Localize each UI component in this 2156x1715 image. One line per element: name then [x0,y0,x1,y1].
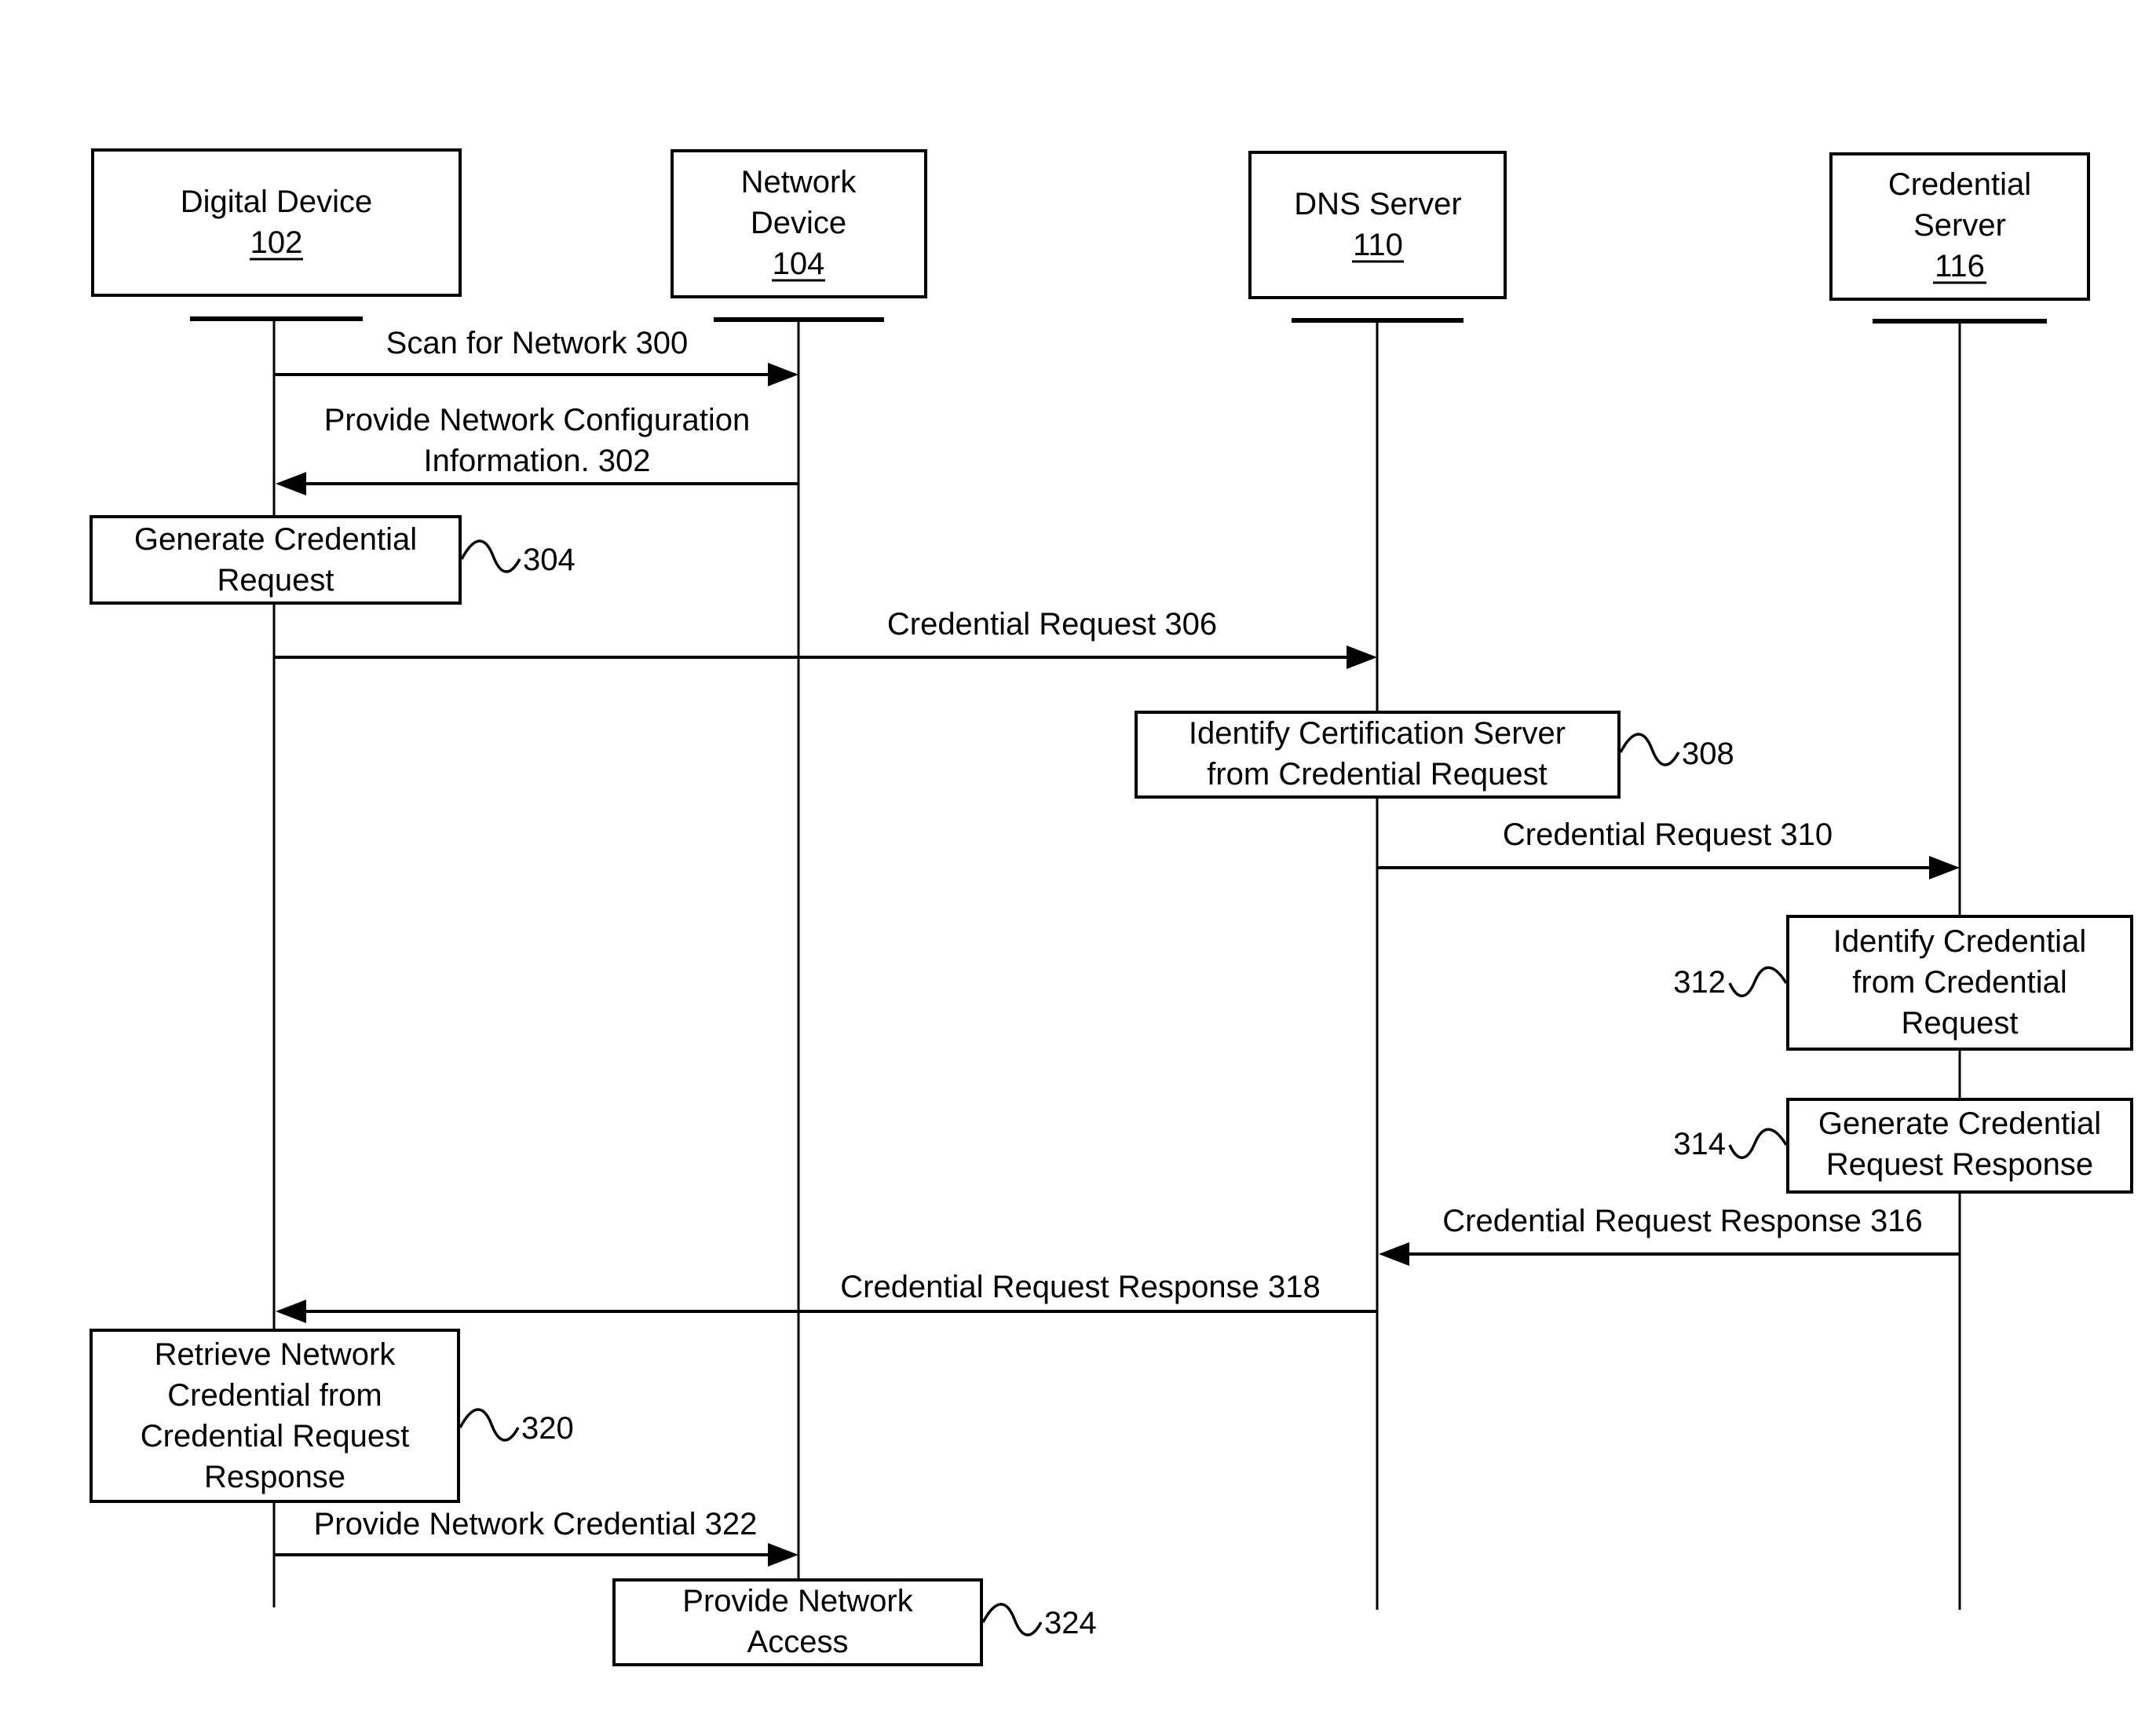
participant-ref: 104 [773,247,825,281]
activity-text-line-4: Response [204,1460,345,1494]
participant-name: Digital Device [181,185,373,219]
participant-network-device: Network Device 104 [671,149,927,298]
participant-name: DNS Server [1294,187,1461,221]
participant-ref: 110 [1353,228,1403,262]
participant-dns-server: DNS Server 110 [1248,151,1507,299]
participant-name-line-2: Server [1913,208,2006,243]
participant-name-line-1: Network [741,165,857,199]
reference-number: 320 [521,1411,574,1446]
activity-text-line-1: Retrieve Network [155,1337,396,1372]
sequence-diagram: Digital Device 102 Network Device 104 DN… [0,0,2156,1715]
participant-ref: 102 [250,225,303,260]
reference-number: 312 [1673,965,1726,1000]
reference-number: 304 [523,543,576,577]
message-label: Provide Network Credential 322 [314,1507,758,1541]
reference-number: 308 [1682,737,1734,771]
activity-text-line-1: Generate Credential [134,522,417,557]
participant-credential-server: Credential Server 116 [1829,152,2090,301]
participant-box [1248,151,1507,299]
activity-text-line-2: Credential from [167,1378,382,1413]
message-label: Credential Request Response 318 [840,1270,1321,1304]
participant-name-line-2: Device [751,206,846,240]
activity-text-line-2: Access [747,1625,849,1659]
activity-text-line-3: Credential Request [141,1419,409,1454]
message-label: Scan for Network 300 [386,326,689,360]
reference-number: 324 [1044,1606,1097,1640]
activity-text-line-1: Generate Credential [1818,1106,2101,1141]
activity-text-line-1: Identify Credential [1833,924,2086,959]
activity-text-line-3: Request [1902,1006,2019,1040]
message-label-line-2: Information. 302 [423,444,650,478]
participant-ref: 116 [1935,249,1985,283]
message-label: Credential Request Response 316 [1442,1204,1923,1238]
activity-text-line-1: Identify Certification Server [1189,716,1566,751]
activity-text-line-2: Request Response [1826,1147,2093,1182]
message-label-line-1: Provide Network Configuration [324,403,750,437]
activity-text-line-2: from Credential [1852,965,2066,1000]
participant-box [91,148,462,297]
message-label: Credential Request 306 [887,607,1217,642]
participant-name-line-1: Credential [1888,167,2031,202]
reference-number: 314 [1673,1127,1726,1161]
participant-digital-device: Digital Device 102 [91,148,462,297]
activity-text-line-2: Request [217,563,334,598]
message-label: Credential Request 310 [1503,817,1833,852]
activity-text-line-1: Provide Network [682,1584,913,1618]
activity-text-line-2: from Credential Request [1207,757,1548,792]
